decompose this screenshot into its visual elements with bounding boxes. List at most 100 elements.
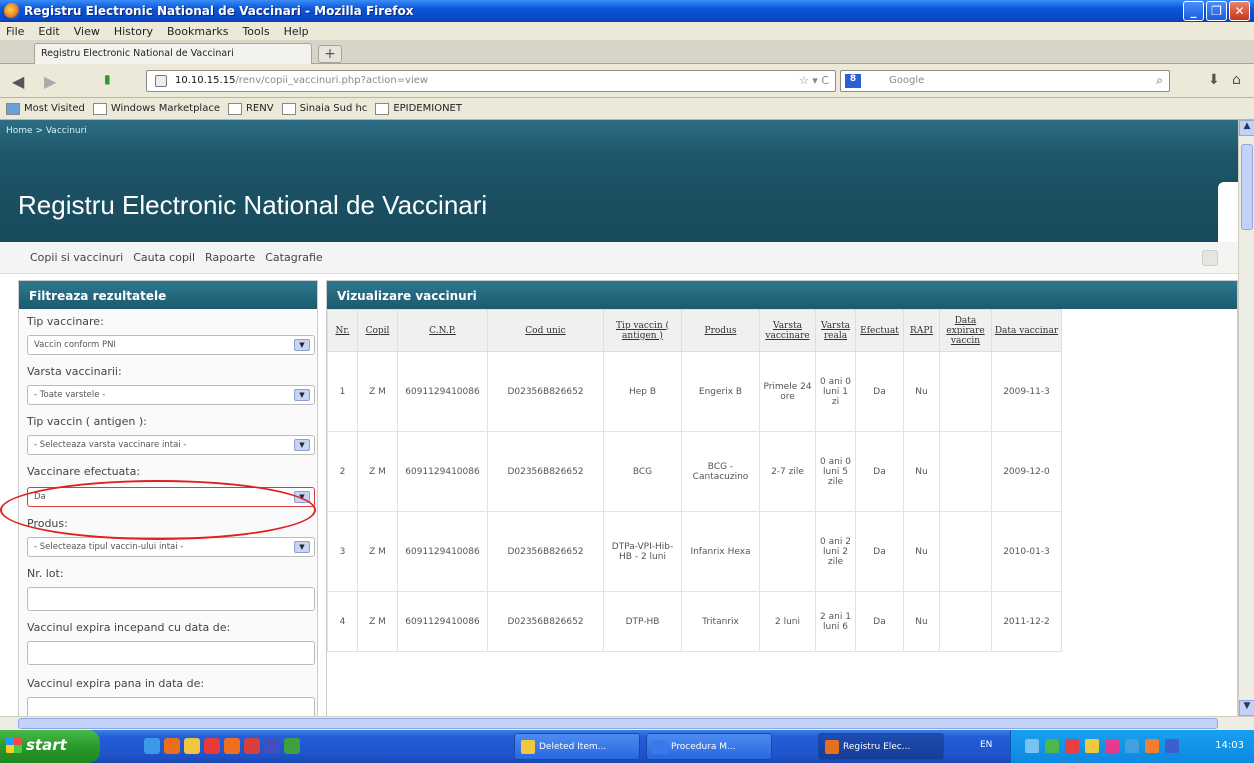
scroll-up-icon[interactable]: ▲ <box>1239 120 1254 136</box>
menu-file[interactable]: File <box>6 25 24 38</box>
varsta-vaccinarii-select[interactable]: - Toate varstele - ▼ <box>27 385 315 405</box>
forward-icon[interactable]: ▶ <box>44 72 56 91</box>
task-deleted-items[interactable]: Deleted Item... <box>514 733 640 760</box>
bookmark-most-visited[interactable]: Most Visited <box>6 102 85 115</box>
filter-panel: Filtreaza rezultatele Tip vaccinare: Vac… <box>18 280 318 716</box>
home-icon[interactable]: ⌂ <box>1232 72 1241 88</box>
col-varsta-reala[interactable]: Varsta reala <box>815 309 856 352</box>
chevron-down-icon: ▼ <box>294 541 310 553</box>
vaccine-table: Nr. Copil C.N.P. Cod unic Tip vaccin ( a… <box>327 309 1062 652</box>
produs-select[interactable]: - Selecteaza tipul vaccin-ului intai - ▼ <box>27 537 315 557</box>
app-icon[interactable] <box>244 738 260 754</box>
search-engine-icon[interactable]: 8 <box>845 74 861 88</box>
col-cod-unic[interactable]: Cod unic <box>487 309 604 352</box>
app-icon[interactable] <box>204 738 220 754</box>
nr-lot-input[interactable] <box>27 587 315 611</box>
url-bar[interactable]: 10.10.15.15/renv/copii_vaccinuri.php?act… <box>146 70 836 92</box>
tray-icon[interactable] <box>1145 739 1159 753</box>
site-identity-icon[interactable] <box>155 75 167 87</box>
firefox-icon <box>4 3 20 19</box>
col-cnp[interactable]: C.N.P. <box>397 309 488 352</box>
menu-bookmarks[interactable]: Bookmarks <box>167 25 228 38</box>
menu-edit[interactable]: Edit <box>38 25 59 38</box>
bookmark-epidemionet[interactable]: EPIDEMIONET <box>375 102 462 115</box>
firefox-icon[interactable] <box>164 738 180 754</box>
back-icon[interactable]: ◀ <box>12 72 24 91</box>
table-row: 3Z M 6091129410086 D02356B826652 DTPa-VPI-… <box>327 511 1062 592</box>
tray-icon[interactable] <box>1125 739 1139 753</box>
expira-de-input[interactable] <box>27 641 315 665</box>
download-icon[interactable]: ⬇ <box>1208 72 1220 88</box>
search-icon[interactable]: ⌕ <box>1156 73 1163 88</box>
volume-icon[interactable] <box>1165 739 1179 753</box>
search-bar[interactable]: 8 Google ⌕ <box>840 70 1170 92</box>
menu-rapoarte[interactable]: Rapoarte <box>205 251 255 264</box>
col-copil[interactable]: Copil <box>357 309 398 352</box>
ie-icon[interactable] <box>144 738 160 754</box>
menu-view[interactable]: View <box>74 25 100 38</box>
page-title: Registru Electronic National de Vaccinar… <box>18 190 488 220</box>
url-actions[interactable]: ☆ ▾ C <box>799 74 829 87</box>
col-varsta-vaccinare[interactable]: Varsta vaccinare <box>759 309 816 352</box>
app-icon[interactable] <box>264 738 280 754</box>
bookmark-windows-marketplace[interactable]: Windows Marketplace <box>92 102 220 115</box>
tip-vaccinare-select[interactable]: Vaccin conform PNI ▼ <box>27 335 315 355</box>
scroll-down-icon[interactable]: ▼ <box>1239 700 1254 716</box>
user-icon[interactable] <box>1202 250 1218 266</box>
menu-history[interactable]: History <box>114 25 153 38</box>
col-data-vaccinare[interactable]: Data vaccinar <box>991 309 1062 352</box>
language-indicator[interactable]: EN <box>980 740 992 750</box>
tray-icon[interactable] <box>1045 739 1059 753</box>
col-efectuat[interactable]: Efectuat <box>855 309 904 352</box>
menu-help[interactable]: Help <box>284 25 309 38</box>
url-path: /renv/copii_vaccinuri.php?action=view <box>235 75 429 86</box>
menu-tools[interactable]: Tools <box>242 25 269 38</box>
menu-catagrafie[interactable]: Catagrafie <box>265 251 322 264</box>
browser-tab[interactable]: Registru Electronic National de Vaccinar… <box>34 43 312 64</box>
search-placeholder: Google <box>889 75 925 86</box>
bookmark-renv[interactable]: RENV <box>227 102 274 115</box>
start-button[interactable]: start <box>0 730 100 763</box>
app-icon[interactable] <box>224 738 240 754</box>
expira-pana-label: Vaccinul expira pana in data de: <box>27 677 205 690</box>
breadcrumb[interactable]: Home > Vaccinuri <box>6 126 87 136</box>
maximize-button[interactable]: ❐ <box>1206 1 1227 21</box>
vertical-scrollbar[interactable]: ▲ ▼ <box>1238 120 1254 716</box>
results-heading: Vizualizare vaccinuri <box>327 281 1237 309</box>
navigation-bar: ◀ ▶ ▮ 10.10.15.15/renv/copii_vaccinuri.p… <box>0 64 1254 98</box>
bookmark-sinaia[interactable]: Sinaia Sud hc <box>281 102 367 115</box>
folder-icon[interactable] <box>184 738 200 754</box>
new-tab-button[interactable]: + <box>318 45 342 63</box>
menu-copii-vaccinuri[interactable]: Copii si vaccinuri <box>30 251 123 264</box>
col-rapi[interactable]: RAPI <box>903 309 940 352</box>
menu-bar: File Edit View History Bookmarks Tools H… <box>0 22 1254 40</box>
tip-vaccin-select[interactable]: - Selecteaza varsta vaccinare intai - ▼ <box>27 435 315 455</box>
vaccinare-efectuata-select[interactable]: Da ▼ <box>27 487 315 507</box>
taskbar: start Deleted Item... Procedura M... Reg… <box>0 730 1254 763</box>
scroll-thumb[interactable] <box>1241 144 1253 230</box>
expira-pana-input[interactable] <box>27 697 315 716</box>
col-produs[interactable]: Produs <box>681 309 760 352</box>
task-procedura[interactable]: Procedura M... <box>646 733 772 760</box>
task-registru[interactable]: Registru Elec... <box>818 733 944 760</box>
page-header: Home > Vaccinuri Registru Electronic Nat… <box>0 120 1238 242</box>
menu-cauta-copil[interactable]: Cauta copil <box>133 251 195 264</box>
tray-icon[interactable] <box>1065 739 1079 753</box>
app-icon[interactable] <box>284 738 300 754</box>
tray-icon[interactable] <box>1085 739 1099 753</box>
page-icon <box>92 102 107 115</box>
page-icon <box>375 102 390 115</box>
minimize-button[interactable]: _ <box>1183 1 1204 21</box>
col-nr[interactable]: Nr. <box>327 309 358 352</box>
chevron-down-icon: ▼ <box>294 439 310 451</box>
scroll-thumb[interactable] <box>18 718 1218 729</box>
col-tip-vaccin[interactable]: Tip vaccin ( antigen ) <box>603 309 682 352</box>
col-data-expirare[interactable]: Data expirare vaccin <box>939 309 992 352</box>
close-button[interactable]: ✕ <box>1229 1 1250 21</box>
chevron-down-icon: ▼ <box>294 491 310 503</box>
page-icon <box>227 102 242 115</box>
horizontal-scrollbar[interactable] <box>0 716 1254 730</box>
tray-icon[interactable] <box>1025 739 1039 753</box>
tray-icon[interactable] <box>1105 739 1119 753</box>
tip-vaccinare-label: Tip vaccinare: <box>27 315 104 328</box>
